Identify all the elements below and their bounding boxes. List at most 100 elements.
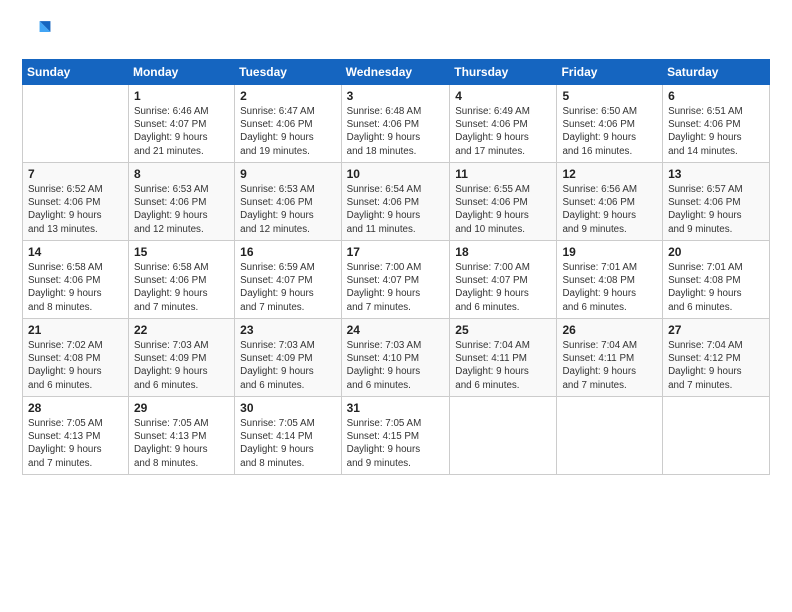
week-row-2: 14 Sunrise: 6:58 AM Sunset: 4:06 PM Dayli… [23, 241, 770, 319]
day-cell: 26 Sunrise: 7:04 AM Sunset: 4:11 PM Dayli… [557, 319, 663, 397]
weekday-sunday: Sunday [23, 60, 129, 85]
day-number: 5 [562, 89, 657, 103]
day-number: 3 [347, 89, 445, 103]
weekday-wednesday: Wednesday [341, 60, 450, 85]
day-number: 20 [668, 245, 764, 259]
weekday-thursday: Thursday [450, 60, 557, 85]
day-number: 13 [668, 167, 764, 181]
day-info: Sunrise: 7:00 AM Sunset: 4:07 PM Dayligh… [455, 261, 551, 314]
day-info: Sunrise: 6:57 AM Sunset: 4:06 PM Dayligh… [668, 183, 764, 236]
day-info: Sunrise: 7:01 AM Sunset: 4:08 PM Dayligh… [562, 261, 657, 314]
day-cell: 5 Sunrise: 6:50 AM Sunset: 4:06 PM Daylig… [557, 85, 663, 163]
day-info: Sunrise: 6:52 AM Sunset: 4:06 PM Dayligh… [28, 183, 123, 236]
logo-icon [24, 18, 52, 46]
week-row-4: 28 Sunrise: 7:05 AM Sunset: 4:13 PM Dayli… [23, 397, 770, 475]
day-cell: 9 Sunrise: 6:53 AM Sunset: 4:06 PM Daylig… [235, 163, 341, 241]
day-info: Sunrise: 6:53 AM Sunset: 4:06 PM Dayligh… [240, 183, 335, 236]
week-row-0: 1 Sunrise: 6:46 AM Sunset: 4:07 PM Daylig… [23, 85, 770, 163]
day-cell [450, 397, 557, 475]
day-cell: 19 Sunrise: 7:01 AM Sunset: 4:08 PM Dayli… [557, 241, 663, 319]
day-info: Sunrise: 7:03 AM Sunset: 4:09 PM Dayligh… [240, 339, 335, 392]
day-number: 15 [134, 245, 229, 259]
day-cell: 29Sunrise: 7:05 AM Sunset: 4:13 PM Dayli… [128, 397, 234, 475]
day-cell: 6 Sunrise: 6:51 AM Sunset: 4:06 PM Daylig… [663, 85, 770, 163]
day-number: 14 [28, 245, 123, 259]
day-info: Sunrise: 7:05 AM Sunset: 4:13 PM Dayligh… [134, 417, 229, 470]
day-number: 31 [347, 401, 445, 415]
day-cell: 7 Sunrise: 6:52 AM Sunset: 4:06 PM Daylig… [23, 163, 129, 241]
day-cell: 13 Sunrise: 6:57 AM Sunset: 4:06 PM Dayli… [663, 163, 770, 241]
day-number: 24 [347, 323, 445, 337]
day-number: 10 [347, 167, 445, 181]
day-info: Sunrise: 6:58 AM Sunset: 4:06 PM Dayligh… [134, 261, 229, 314]
day-info: Sunrise: 7:04 AM Sunset: 4:12 PM Dayligh… [668, 339, 764, 392]
weekday-tuesday: Tuesday [235, 60, 341, 85]
day-number: 19 [562, 245, 657, 259]
day-info: Sunrise: 7:01 AM Sunset: 4:08 PM Dayligh… [668, 261, 764, 314]
weekday-monday: Monday [128, 60, 234, 85]
logo [22, 18, 56, 51]
calendar: SundayMondayTuesdayWednesdayThursdayFrid… [22, 59, 770, 475]
day-info: Sunrise: 6:46 AM Sunset: 4:07 PM Dayligh… [134, 105, 229, 158]
day-info: Sunrise: 6:50 AM Sunset: 4:06 PM Dayligh… [562, 105, 657, 158]
day-cell [23, 85, 129, 163]
day-cell: 31 Sunrise: 7:05 AM Sunset: 4:15 PM Dayli… [341, 397, 450, 475]
header [22, 18, 770, 51]
day-info: Sunrise: 6:55 AM Sunset: 4:06 PM Dayligh… [455, 183, 551, 236]
weekday-header-row: SundayMondayTuesdayWednesdayThursdayFrid… [23, 60, 770, 85]
week-row-3: 21Sunrise: 7:02 AM Sunset: 4:08 PM Dayli… [23, 319, 770, 397]
day-info: Sunrise: 7:05 AM Sunset: 4:15 PM Dayligh… [347, 417, 445, 470]
day-cell: 15 Sunrise: 6:58 AM Sunset: 4:06 PM Dayli… [128, 241, 234, 319]
day-cell: 27 Sunrise: 7:04 AM Sunset: 4:12 PM Dayli… [663, 319, 770, 397]
day-cell [557, 397, 663, 475]
day-cell: 12Sunrise: 6:56 AM Sunset: 4:06 PM Dayli… [557, 163, 663, 241]
day-info: Sunrise: 6:51 AM Sunset: 4:06 PM Dayligh… [668, 105, 764, 158]
day-number: 16 [240, 245, 335, 259]
day-cell: 1 Sunrise: 6:46 AM Sunset: 4:07 PM Daylig… [128, 85, 234, 163]
day-number: 27 [668, 323, 764, 337]
day-cell: 22Sunrise: 7:03 AM Sunset: 4:09 PM Dayli… [128, 319, 234, 397]
day-number: 17 [347, 245, 445, 259]
day-number: 25 [455, 323, 551, 337]
day-info: Sunrise: 6:54 AM Sunset: 4:06 PM Dayligh… [347, 183, 445, 236]
day-info: Sunrise: 7:05 AM Sunset: 4:13 PM Dayligh… [28, 417, 123, 470]
day-info: Sunrise: 6:59 AM Sunset: 4:07 PM Dayligh… [240, 261, 335, 314]
day-info: Sunrise: 7:03 AM Sunset: 4:09 PM Dayligh… [134, 339, 229, 392]
day-info: Sunrise: 7:03 AM Sunset: 4:10 PM Dayligh… [347, 339, 445, 392]
day-number: 1 [134, 89, 229, 103]
day-cell: 28 Sunrise: 7:05 AM Sunset: 4:13 PM Dayli… [23, 397, 129, 475]
day-number: 26 [562, 323, 657, 337]
day-info: Sunrise: 6:53 AM Sunset: 4:06 PM Dayligh… [134, 183, 229, 236]
day-number: 30 [240, 401, 335, 415]
day-number: 18 [455, 245, 551, 259]
day-cell [663, 397, 770, 475]
day-cell: 10 Sunrise: 6:54 AM Sunset: 4:06 PM Dayli… [341, 163, 450, 241]
day-cell: 21Sunrise: 7:02 AM Sunset: 4:08 PM Dayli… [23, 319, 129, 397]
day-cell: 14 Sunrise: 6:58 AM Sunset: 4:06 PM Dayli… [23, 241, 129, 319]
day-info: Sunrise: 6:58 AM Sunset: 4:06 PM Dayligh… [28, 261, 123, 314]
day-cell: 25 Sunrise: 7:04 AM Sunset: 4:11 PM Dayli… [450, 319, 557, 397]
day-info: Sunrise: 6:48 AM Sunset: 4:06 PM Dayligh… [347, 105, 445, 158]
day-cell: 18 Sunrise: 7:00 AM Sunset: 4:07 PM Dayli… [450, 241, 557, 319]
day-cell: 30Sunrise: 7:05 AM Sunset: 4:14 PM Dayli… [235, 397, 341, 475]
day-number: 4 [455, 89, 551, 103]
week-row-1: 7 Sunrise: 6:52 AM Sunset: 4:06 PM Daylig… [23, 163, 770, 241]
day-cell: 11 Sunrise: 6:55 AM Sunset: 4:06 PM Dayli… [450, 163, 557, 241]
day-cell: 2Sunrise: 6:47 AM Sunset: 4:06 PM Daylig… [235, 85, 341, 163]
day-cell: 8Sunrise: 6:53 AM Sunset: 4:06 PM Daylig… [128, 163, 234, 241]
day-info: Sunrise: 7:04 AM Sunset: 4:11 PM Dayligh… [562, 339, 657, 392]
day-cell: 20 Sunrise: 7:01 AM Sunset: 4:08 PM Dayli… [663, 241, 770, 319]
page: SundayMondayTuesdayWednesdayThursdayFrid… [0, 0, 792, 612]
day-number: 11 [455, 167, 551, 181]
day-number: 7 [28, 167, 123, 181]
day-info: Sunrise: 6:47 AM Sunset: 4:06 PM Dayligh… [240, 105, 335, 158]
day-info: Sunrise: 7:04 AM Sunset: 4:11 PM Dayligh… [455, 339, 551, 392]
day-cell: 24 Sunrise: 7:03 AM Sunset: 4:10 PM Dayli… [341, 319, 450, 397]
day-cell: 23 Sunrise: 7:03 AM Sunset: 4:09 PM Dayli… [235, 319, 341, 397]
weekday-saturday: Saturday [663, 60, 770, 85]
day-number: 6 [668, 89, 764, 103]
day-number: 9 [240, 167, 335, 181]
day-number: 28 [28, 401, 123, 415]
day-number: 23 [240, 323, 335, 337]
day-cell: 16 Sunrise: 6:59 AM Sunset: 4:07 PM Dayli… [235, 241, 341, 319]
